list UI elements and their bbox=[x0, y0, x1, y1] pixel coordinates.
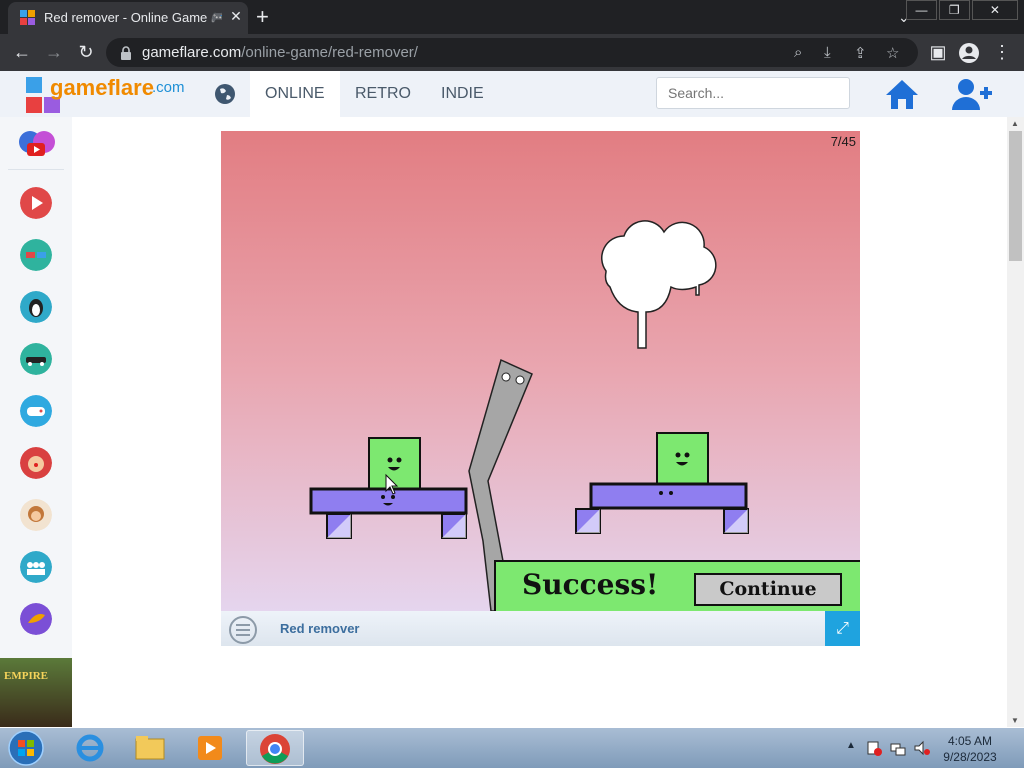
3d-glasses-icon[interactable] bbox=[20, 239, 52, 271]
play-icon[interactable] bbox=[20, 187, 52, 219]
logo-domain: .com bbox=[152, 79, 185, 96]
gamepad-icon[interactable] bbox=[20, 395, 52, 427]
cloud bbox=[601, 220, 717, 349]
empire-game-banner[interactable]: EMPIRE bbox=[0, 658, 72, 727]
windows-taskbar: ▲ 4:05 AM 9/28/2023 bbox=[0, 728, 1024, 768]
site-header: gameflare .com ONLINE RETRO INDIE bbox=[0, 71, 1024, 117]
chrome-icon bbox=[260, 734, 290, 764]
clock-time: 4:05 AM bbox=[947, 734, 993, 748]
share-icon[interactable]: ⇪ bbox=[854, 44, 867, 62]
internet-explorer-icon[interactable] bbox=[64, 730, 116, 766]
scroll-up-icon[interactable]: ▲ bbox=[1011, 119, 1019, 128]
clown-icon[interactable] bbox=[20, 447, 52, 479]
address-bar[interactable]: gameflare.com/online-game/red-remover/ ⌕… bbox=[106, 38, 918, 67]
globe-icon[interactable] bbox=[212, 81, 238, 107]
lock-icon bbox=[121, 46, 131, 60]
game-canvas[interactable]: 7/45 Success! Continue bbox=[221, 131, 860, 611]
game-info-bar: Red remover ⤢ bbox=[221, 611, 860, 646]
tab-close-icon[interactable]: ✕ bbox=[228, 8, 244, 25]
profile-icon[interactable] bbox=[958, 42, 980, 64]
tray-expand-icon[interactable]: ▲ bbox=[846, 740, 856, 751]
chrome-taskbar-item[interactable] bbox=[246, 730, 304, 766]
right-block-structure bbox=[575, 432, 749, 534]
window-controls: — ❐ ✕ bbox=[904, 0, 1019, 20]
nav-tab-retro[interactable]: RETRO bbox=[340, 71, 426, 117]
browser-tab-bar: Red remover - Online Game 🎮 | G ✕ + ⌄ — … bbox=[0, 0, 1024, 34]
browser-tab[interactable]: Red remover - Online Game 🎮 | G ✕ bbox=[8, 2, 248, 34]
success-message: Success! bbox=[522, 568, 659, 601]
crowd-icon[interactable] bbox=[20, 551, 52, 583]
scrollbar-thumb[interactable] bbox=[1009, 131, 1022, 261]
nav-tab-indie[interactable]: INDIE bbox=[426, 71, 499, 117]
category-sidebar: EMPIRE bbox=[0, 117, 72, 727]
success-panel: Success! Continue bbox=[494, 560, 860, 611]
network-icon[interactable] bbox=[890, 740, 906, 756]
game-scene bbox=[309, 220, 749, 611]
system-clock[interactable]: 4:05 AM 9/28/2023 bbox=[930, 733, 1010, 765]
back-icon[interactable]: ← bbox=[10, 42, 34, 63]
nav-tab-online[interactable]: ONLINE bbox=[250, 71, 340, 117]
side-panel-icon[interactable]: ▣ bbox=[926, 42, 950, 63]
url-text[interactable]: gameflare.com/online-game/red-remover/ bbox=[142, 44, 418, 61]
fullscreen-icon[interactable]: ⤢ bbox=[825, 611, 860, 646]
scroll-down-icon[interactable]: ▼ bbox=[1011, 716, 1019, 725]
gameflare-favicon-icon bbox=[20, 10, 35, 25]
tab-title: Red remover - Online Game 🎮 | G bbox=[44, 10, 222, 25]
browser-menu-icon[interactable]: ⋮ bbox=[990, 42, 1014, 63]
home-icon[interactable] bbox=[884, 77, 920, 111]
restore-button[interactable]: ❐ bbox=[938, 0, 970, 20]
continue-button[interactable]: Continue bbox=[694, 573, 842, 606]
zoom-search-icon[interactable]: ⌕ bbox=[794, 44, 802, 61]
penguin-icon[interactable] bbox=[20, 291, 52, 323]
animal-icon[interactable] bbox=[20, 603, 52, 635]
forward-icon[interactable]: → bbox=[42, 42, 66, 63]
add-user-icon[interactable] bbox=[950, 77, 992, 111]
car-icon[interactable] bbox=[20, 343, 52, 375]
minimize-button[interactable]: — bbox=[906, 0, 937, 20]
search-input[interactable] bbox=[656, 77, 850, 109]
file-explorer-icon[interactable] bbox=[124, 730, 176, 766]
reload-icon[interactable]: ↻ bbox=[74, 42, 98, 63]
new-tab-icon[interactable]: + bbox=[256, 4, 269, 30]
action-center-icon[interactable] bbox=[866, 740, 882, 756]
url-domain: gameflare.com bbox=[142, 44, 242, 61]
volume-muted-icon[interactable] bbox=[914, 740, 930, 756]
browser-toolbar: ← → ↻ gameflare.com/online-game/red-remo… bbox=[0, 34, 1024, 71]
girl-icon[interactable] bbox=[20, 499, 52, 531]
start-button-icon[interactable] bbox=[4, 729, 48, 767]
bookmark-star-icon[interactable]: ☆ bbox=[886, 44, 899, 62]
game-title: Red remover bbox=[280, 621, 360, 636]
media-player-icon[interactable] bbox=[184, 730, 236, 766]
empire-banner-text: EMPIRE bbox=[4, 670, 48, 682]
clock-date: 9/28/2023 bbox=[943, 750, 997, 764]
game-menu-icon[interactable] bbox=[229, 616, 257, 644]
install-app-icon[interactable]: ⤓ bbox=[824, 44, 831, 61]
close-window-button[interactable]: ✕ bbox=[971, 0, 1019, 20]
youtube-icon[interactable] bbox=[18, 125, 56, 159]
url-path: /online-game/red-remover/ bbox=[241, 44, 418, 61]
logo-text[interactable]: gameflare bbox=[50, 75, 154, 101]
page-scrollbar[interactable]: ▲ ▼ bbox=[1007, 117, 1024, 727]
